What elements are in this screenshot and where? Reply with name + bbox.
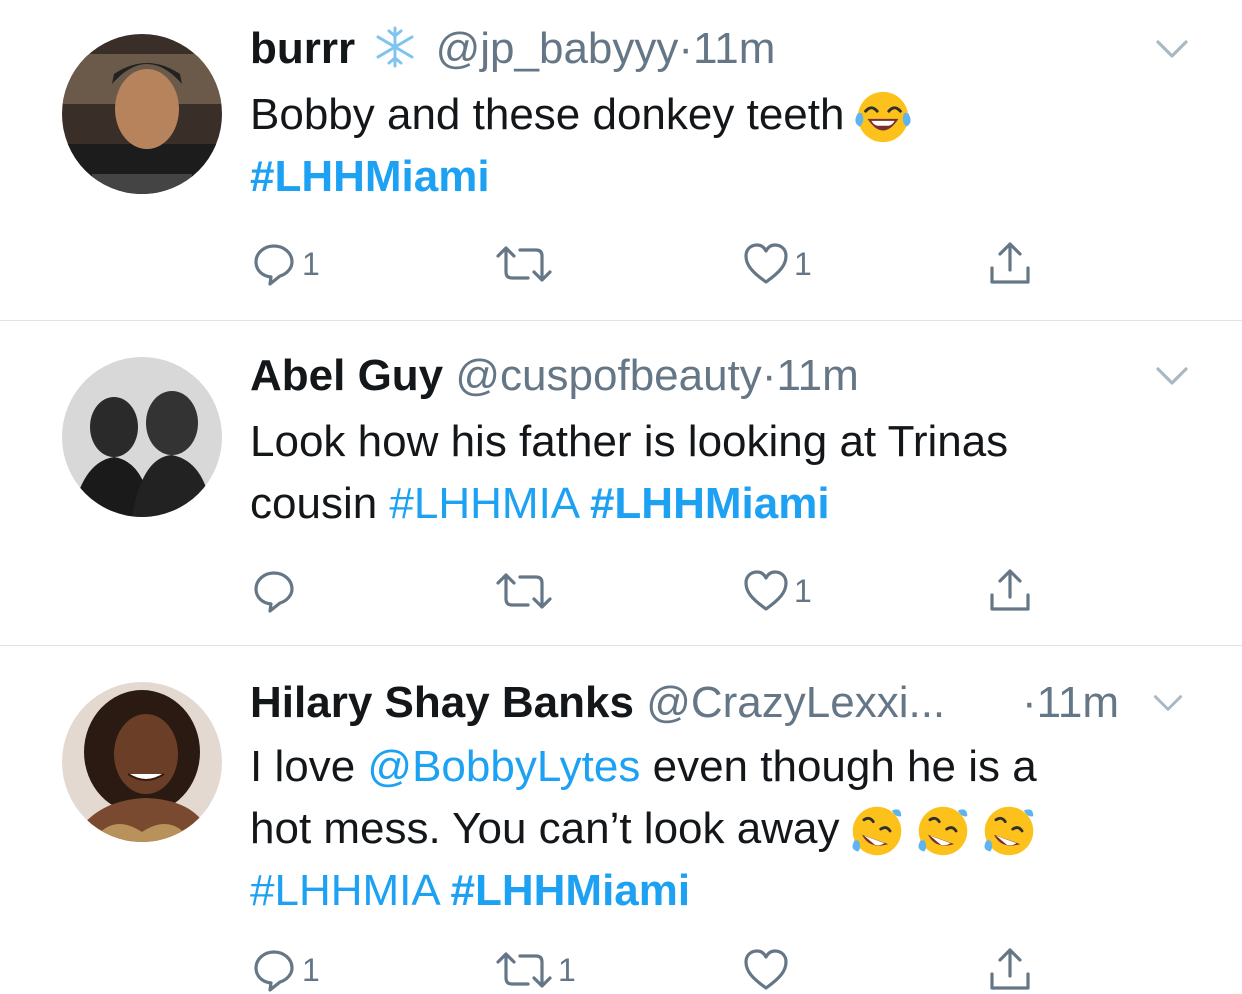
reply-button[interactable]: 1 xyxy=(250,946,320,994)
text-line: cousin xyxy=(250,479,378,528)
share-icon xyxy=(986,567,1034,615)
joy-emoji xyxy=(854,88,912,146)
like-icon xyxy=(742,240,790,288)
retweet-icon xyxy=(494,240,554,288)
share-icon xyxy=(986,946,1034,994)
rofl-emoji xyxy=(915,803,971,859)
retweet-button[interactable] xyxy=(494,567,558,615)
retweet-count: 1 xyxy=(558,951,576,988)
avatar[interactable] xyxy=(62,357,222,517)
tweet-1[interactable]: burrr @jp_babyyy·11m Bobby and these don… xyxy=(0,0,1242,320)
like-icon xyxy=(742,946,790,994)
reply-icon xyxy=(250,946,298,994)
text-line: hot mess. You can’t look away xyxy=(250,804,840,853)
hashtag[interactable]: #LHHMiami xyxy=(451,866,691,915)
handle[interactable]: @jp_babyyy xyxy=(436,24,679,73)
tweet-header: Abel Guy @cuspofbeauty·11m xyxy=(250,351,859,401)
tweet-actions: 1 1 xyxy=(250,240,1050,288)
retweet-button[interactable] xyxy=(494,240,558,288)
timestamp[interactable]: 11m xyxy=(776,351,858,400)
share-button[interactable] xyxy=(986,567,1034,615)
hashtag[interactable]: #LHHMiami xyxy=(590,479,830,528)
handle[interactable]: @cuspofbeauty xyxy=(455,351,761,400)
tweet-3[interactable]: Hilary Shay Banks @CrazyLexxi... ·11m I … xyxy=(0,646,1242,990)
reply-icon xyxy=(250,240,298,288)
tweet-actions: 1 1 xyxy=(250,946,1050,994)
text-line: Look how his father is looking at Trinas xyxy=(250,417,1009,466)
tweet-header: burrr @jp_babyyy·11m xyxy=(250,24,775,74)
display-name[interactable]: burrr xyxy=(250,24,355,73)
hashtag[interactable]: #LHHMiami xyxy=(250,152,490,201)
timestamp[interactable]: 11m xyxy=(1037,678,1119,727)
snowflake-icon xyxy=(376,26,414,68)
share-icon xyxy=(986,240,1034,288)
separator-dot: · xyxy=(1022,678,1037,727)
chevron-down-icon[interactable] xyxy=(1152,34,1192,64)
like-count: 1 xyxy=(794,572,812,609)
reply-button[interactable] xyxy=(250,567,302,615)
handle[interactable]: @CrazyLexxi... xyxy=(646,678,945,727)
separator-dot: · xyxy=(678,24,694,73)
chevron-down-icon[interactable] xyxy=(1152,361,1192,391)
like-button[interactable]: 1 xyxy=(742,240,812,288)
mention[interactable]: @BobbyLytes xyxy=(367,742,640,791)
avatar[interactable] xyxy=(62,34,222,194)
retweet-button[interactable]: 1 xyxy=(494,946,576,994)
share-button[interactable] xyxy=(986,946,1034,994)
display-name[interactable]: Abel Guy xyxy=(250,351,443,400)
rofl-emoji xyxy=(849,803,905,859)
like-icon xyxy=(742,567,790,615)
display-name[interactable]: Hilary Shay Banks xyxy=(250,678,634,727)
tweet-2[interactable]: Abel Guy @cuspofbeauty·11m Look how his … xyxy=(0,321,1242,645)
retweet-icon xyxy=(494,567,554,615)
tweet-text: I love @BobbyLytes even though he is a h… xyxy=(250,736,1150,922)
like-button[interactable] xyxy=(742,946,794,994)
text-line: I love xyxy=(250,742,356,791)
like-count: 1 xyxy=(794,245,812,282)
text-line: Bobby and these donkey teeth xyxy=(250,90,845,139)
timestamp[interactable]: 11m xyxy=(693,24,775,73)
separator-dot: · xyxy=(761,351,777,400)
reply-count: 1 xyxy=(302,951,320,988)
avatar[interactable] xyxy=(62,682,222,842)
tweet-text: Bobby and these donkey teeth #LHHMiami xyxy=(250,84,1150,208)
hashtag[interactable]: #LHHMIA xyxy=(389,479,577,528)
tweet-actions: 1 xyxy=(250,567,1050,615)
reply-button[interactable]: 1 xyxy=(250,240,320,288)
rofl-emoji xyxy=(981,803,1037,859)
retweet-icon xyxy=(494,946,554,994)
share-button[interactable] xyxy=(986,240,1034,288)
text-line: even though he is a xyxy=(652,742,1037,791)
chevron-down-icon[interactable] xyxy=(1150,688,1186,718)
tweet-time: ·11m xyxy=(1022,678,1119,728)
hashtag[interactable]: #LHHMIA xyxy=(250,866,438,915)
reply-count: 1 xyxy=(302,245,320,282)
reply-icon xyxy=(250,567,298,615)
tweet-text: Look how his father is looking at Trinas… xyxy=(250,411,1150,535)
like-button[interactable]: 1 xyxy=(742,567,812,615)
tweet-header: Hilary Shay Banks @CrazyLexxi... xyxy=(250,678,945,728)
